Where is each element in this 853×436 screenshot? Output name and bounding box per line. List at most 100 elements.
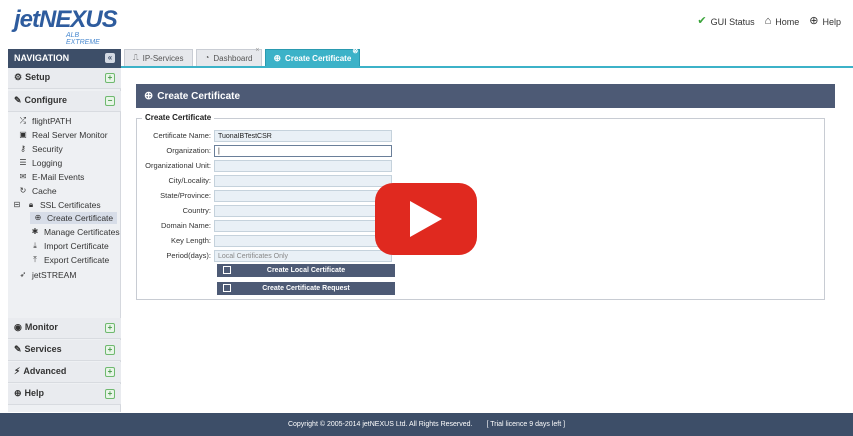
nav-section-services[interactable]: ✎ Services +	[8, 340, 121, 361]
jetnexus-logo[interactable]: jetNEXUS ALB EXTREME	[14, 6, 118, 46]
nav-section-monitor[interactable]: ◉ Monitor +	[8, 318, 121, 339]
form-row-organizational-unit: Organizational Unit:	[136, 159, 396, 172]
dashboard-icon: ◔	[204, 53, 210, 62]
check-circle-icon: ✔	[697, 15, 707, 27]
nav-item-logging[interactable]: ☰ Logging	[18, 158, 62, 168]
country-field[interactable]	[214, 204, 392, 217]
nav-item-import-certificate[interactable]: ⤓ Import Certificate	[30, 241, 109, 251]
nav-section-label: Help	[24, 388, 45, 398]
home-label: Home	[775, 16, 800, 27]
domain-name-field[interactable]	[214, 219, 392, 232]
lifebuoy-icon: ⊕	[14, 388, 22, 398]
nav-item-real-server-monitor[interactable]: ▣ Real Server Monitor	[18, 130, 108, 140]
form-label: Country:	[182, 206, 211, 215]
navigation-panel: ⚙ Setup + ✎ Configure − ⤮ flightPATH ▣ Real …	[8, 68, 121, 412]
close-icon[interactable]: ⊗	[352, 47, 358, 55]
key-length-field[interactable]	[214, 234, 392, 247]
state-field[interactable]	[214, 189, 392, 202]
licence-text: [ Trial licence 9 days left ]	[486, 421, 566, 428]
nav-item-label: Manage Certificates	[44, 227, 120, 237]
help-link[interactable]: ⊕ Help	[809, 16, 841, 27]
close-icon[interactable]: ×	[255, 47, 259, 54]
home-link[interactable]: ⌂ Home	[765, 16, 800, 27]
expand-toggle[interactable]: +	[105, 345, 115, 355]
expand-toggle[interactable]: +	[105, 323, 115, 333]
form-label: Organization:	[166, 146, 211, 155]
create-certificate-request-button[interactable]: Create Certificate Request	[217, 282, 395, 295]
expand-toggle[interactable]: +	[105, 367, 115, 377]
nav-item-ssl-certificates[interactable]: ⊟ 🔒︎ SSL Certificates	[12, 200, 101, 210]
wrench-icon: ✎	[14, 95, 22, 105]
tab-label: Create Certificate	[285, 53, 352, 63]
form-label: Key Length:	[170, 236, 211, 245]
navigation-header: NAVIGATION «	[8, 49, 121, 68]
tab-dashboard[interactable]: ◔ Dashboard ×	[195, 47, 262, 66]
city-field[interactable]	[214, 174, 392, 187]
organizational-unit-field[interactable]	[214, 159, 392, 172]
nav-item-label: Create Certificate	[47, 213, 114, 223]
nav-item-label: E-Mail Events	[32, 172, 85, 182]
briefcase-icon: ▣	[19, 130, 27, 139]
tab-label: Dashboard	[213, 53, 253, 63]
expand-toggle[interactable]: +	[105, 73, 115, 83]
button-label: Create Certificate Request	[262, 285, 350, 292]
plus-circle-icon: ⊕	[273, 52, 282, 63]
cog-icon: ✱	[31, 227, 39, 236]
nav-section-setup[interactable]: ⚙ Setup +	[8, 68, 121, 89]
nav-item-label: Import Certificate	[44, 241, 109, 251]
nav-item-security[interactable]: ⚷ Security	[18, 144, 63, 154]
gui-status-link[interactable]: ✔ GUI Status	[697, 16, 754, 27]
nav-item-cache[interactable]: ↻ Cache	[18, 186, 57, 196]
form-row-period: Period(days): Local Certificates Only	[136, 249, 396, 262]
footer-bar: Copyright © 2005-2014 jetNEXUS Ltd. All …	[0, 413, 853, 436]
form-label: Certificate Name:	[153, 131, 211, 140]
logo-subtitle: ALB EXTREME	[66, 32, 100, 46]
nav-section-label: Services	[24, 344, 62, 354]
tab-create-certificate[interactable]: ⊕ Create Certificate ⊗	[264, 47, 361, 66]
form-label: State/Province:	[160, 191, 211, 200]
tab-ip-services[interactable]: ⎍ IP-Services	[124, 49, 193, 66]
expand-toggle[interactable]: +	[105, 389, 115, 399]
nav-item-export-certificate[interactable]: ⤒ Export Certificate	[30, 255, 109, 265]
collapse-nav-button[interactable]: «	[105, 53, 115, 63]
panel-title-bar: ⊕ Create Certificate	[136, 84, 835, 108]
nav-item-email-events[interactable]: ✉ E-Mail Events	[18, 172, 85, 182]
nav-item-jetstream[interactable]: ➶ jetSTREAM	[18, 270, 77, 280]
form-label: City/Locality:	[168, 176, 211, 185]
nav-item-label: Cache	[32, 186, 57, 196]
period-field[interactable]: Local Certificates Only	[214, 249, 392, 262]
nav-section-label: Configure	[24, 95, 68, 105]
nav-item-label: SSL Certificates	[40, 200, 101, 210]
top-links: ✔ GUI Status ⌂ Home ⊕ Help	[697, 16, 841, 27]
nav-section-configure[interactable]: ✎ Configure −	[8, 91, 121, 112]
form-label: Organizational Unit:	[145, 161, 211, 170]
nav-item-label: Real Server Monitor	[32, 130, 108, 140]
button-label: Create Local Certificate	[266, 267, 346, 274]
plus-circle-icon: ⊕	[144, 89, 154, 102]
lightning-icon: ⚡︎	[14, 366, 21, 376]
nav-section-label: Monitor	[24, 322, 58, 332]
nav-item-manage-certificates[interactable]: ✱ Manage Certificates	[30, 227, 120, 237]
plus-circle-icon: ⊕	[34, 213, 42, 222]
lifebuoy-icon: ⊕	[809, 15, 819, 27]
nav-item-label: flightPATH	[32, 116, 72, 126]
nav-item-create-certificate[interactable]: ⊕ Create Certificate	[30, 212, 117, 224]
create-local-certificate-button[interactable]: Create Local Certificate	[217, 264, 395, 277]
tab-bar: ⎍ IP-Services ◔ Dashboard × ⊕ Create Cer…	[124, 47, 361, 67]
tab-label: IP-Services	[142, 53, 184, 63]
document-icon	[223, 284, 231, 292]
document-icon: ☰	[19, 158, 27, 167]
document-icon	[223, 266, 231, 274]
nav-section-advanced[interactable]: ⚡︎ Advanced +	[8, 362, 121, 383]
key-icon: ⚷	[20, 144, 26, 153]
rocket-icon: ➶	[19, 270, 27, 279]
organization-field[interactable]: |	[214, 144, 392, 157]
form-label: Period(days):	[166, 251, 211, 260]
certificate-name-field[interactable]: TuonaIBTestCSR	[214, 129, 392, 142]
nav-item-flightpath[interactable]: ⤮ flightPATH	[18, 116, 72, 126]
nav-section-label: Setup	[25, 72, 51, 82]
collapse-toggle[interactable]: −	[105, 96, 115, 106]
wrench-icon: ✎	[14, 344, 22, 354]
nav-section-help[interactable]: ⊕ Help +	[8, 384, 121, 405]
form-row-domain-name: Domain Name:	[136, 219, 396, 232]
